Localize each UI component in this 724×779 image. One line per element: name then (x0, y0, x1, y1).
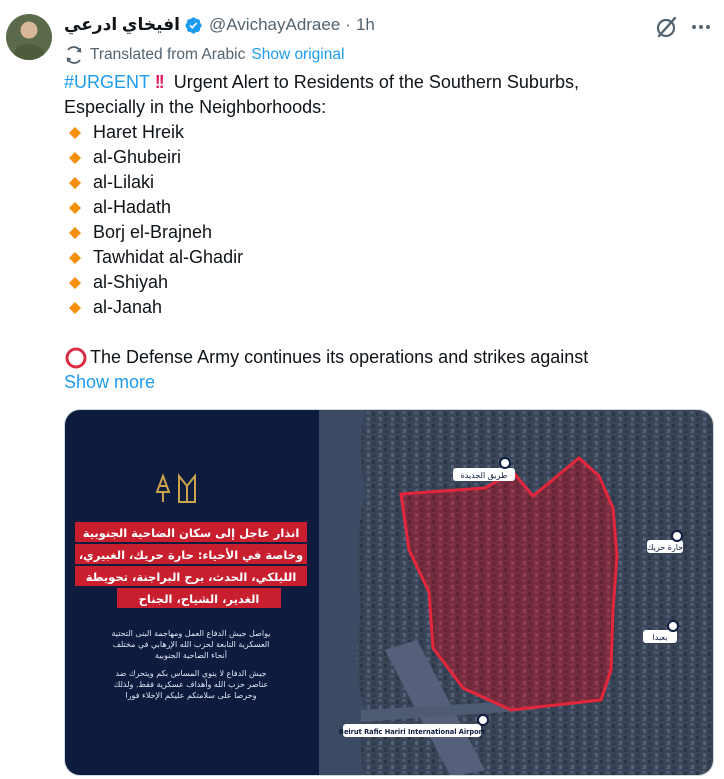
image-paragraph-line: العسكرية التابعة لحزب الله الإرهابي في م… (113, 640, 270, 650)
image-headline-line: انذار عاجل إلى سكان الضاحية الجنوبية (83, 526, 300, 541)
more-options-icon[interactable] (688, 14, 714, 40)
svg-text:طريق الجديدة: طريق الجديدة (461, 471, 508, 480)
avatar[interactable] (6, 14, 52, 60)
neighborhood-item: al-Hadath (64, 195, 712, 220)
image-paragraph-line: وحرصا على سلامتكم عليكم الإخلاء فورا (125, 691, 256, 701)
show-original-link[interactable]: Show original (251, 46, 344, 64)
image-headline-line: الليلكي، الحدث، برج البراجنة، تحويطة (86, 570, 297, 585)
timestamp[interactable]: 1h (356, 15, 375, 35)
red-circle-icon (65, 347, 87, 368)
orange-diamond-icon (69, 251, 81, 264)
display-name[interactable]: افيخاي ادرعي (64, 15, 180, 35)
neighborhood-item: al-Janah (64, 295, 712, 320)
image-paragraph-line: يواصل جيش الدفاع العمل ومهاجمة البنى الت… (112, 629, 271, 638)
image-paragraph-line: أنحاء الضاحية الجنوبية (155, 650, 227, 660)
double-exclamation-icon: !! (154, 72, 165, 92)
orange-diamond-icon (69, 301, 81, 314)
grok-icon[interactable] (654, 14, 680, 40)
orange-diamond-icon (69, 176, 81, 189)
neighborhood-item: al-Lilaki (64, 170, 712, 195)
translated-label: Translated from Arabic (90, 46, 246, 63)
separator: · (345, 15, 351, 34)
orange-diamond-icon (69, 151, 81, 164)
translate-icon (66, 46, 82, 64)
sea-area (319, 410, 365, 775)
neighborhood-name: Haret Hreik (93, 122, 185, 142)
verified-badge-icon (185, 16, 202, 34)
svg-text:Beirut Rafic Hariri Internatio: Beirut Rafic Hariri International Airpor… (339, 728, 485, 736)
image-paragraph-line: عناصر حزب الله وأهداف عسكرية فقط. ولذلك (114, 679, 269, 689)
orange-diamond-icon (69, 126, 81, 139)
neighborhood-name: al-Lilaki (93, 172, 155, 192)
translation-bar: Translated from Arabic Show original (64, 45, 344, 65)
orange-diamond-icon (69, 201, 81, 214)
neighborhood-item: Tawhidat al-Ghadir (64, 245, 712, 270)
orange-diamond-icon (69, 226, 81, 239)
hashtag-link[interactable]: #URGENT (64, 72, 150, 92)
handle[interactable]: @AvichayAdraee (209, 15, 340, 35)
neighborhood-list: Haret Hreik al-Ghubeiri al-Lilaki al-Hadath… (64, 120, 712, 320)
warning-text: The Defense Army continues its operation… (90, 347, 589, 367)
neighborhood-name: Tawhidat al-Ghadir (93, 247, 244, 267)
show-more-link[interactable]: Show more (64, 370, 712, 395)
tweet-header: افيخاي ادرعي @AvichayAdraee · 1h (64, 14, 375, 36)
svg-text:حارة حريك: حارة حريك (647, 543, 683, 552)
image-headline-line: وخاصة في الأحياء: حارة حريك، الغبيري، (79, 548, 303, 563)
neighborhood-name: al-Hadath (93, 197, 172, 217)
neighborhood-item: Haret Hreik (64, 120, 712, 145)
headline-line-1: Urgent Alert to Residents of the Souther… (173, 72, 579, 92)
neighborhood-item: al-Ghubeiri (64, 145, 712, 170)
neighborhood-name: al-Janah (93, 297, 163, 317)
neighborhood-item: Borj el-Brajneh (64, 220, 712, 245)
tweet-media-image[interactable]: انذار عاجل إلى سكان الضاحية الجنوبية وخا… (64, 409, 714, 776)
neighborhood-name: Borj el-Brajneh (93, 222, 213, 242)
svg-text:بعبدا: بعبدا (653, 633, 668, 642)
image-paragraph-line: جيش الدفاع لا ينوي المساس بكم ويتحرك ضد (115, 669, 266, 678)
headline-line-2: Especially in the Neighborhoods: (64, 97, 327, 117)
orange-diamond-icon (69, 276, 81, 289)
tweet-text: #URGENT !! Urgent Alert to Residents of … (64, 70, 712, 395)
neighborhood-item: al-Shiyah (64, 270, 712, 295)
tweet-card[interactable]: افيخاي ادرعي @AvichayAdraee · 1h Transla… (0, 0, 724, 779)
neighborhood-name: al-Ghubeiri (93, 147, 182, 167)
neighborhood-name: al-Shiyah (93, 272, 169, 292)
image-headline-line: الغدير، الشياح، الجناح (139, 592, 260, 606)
